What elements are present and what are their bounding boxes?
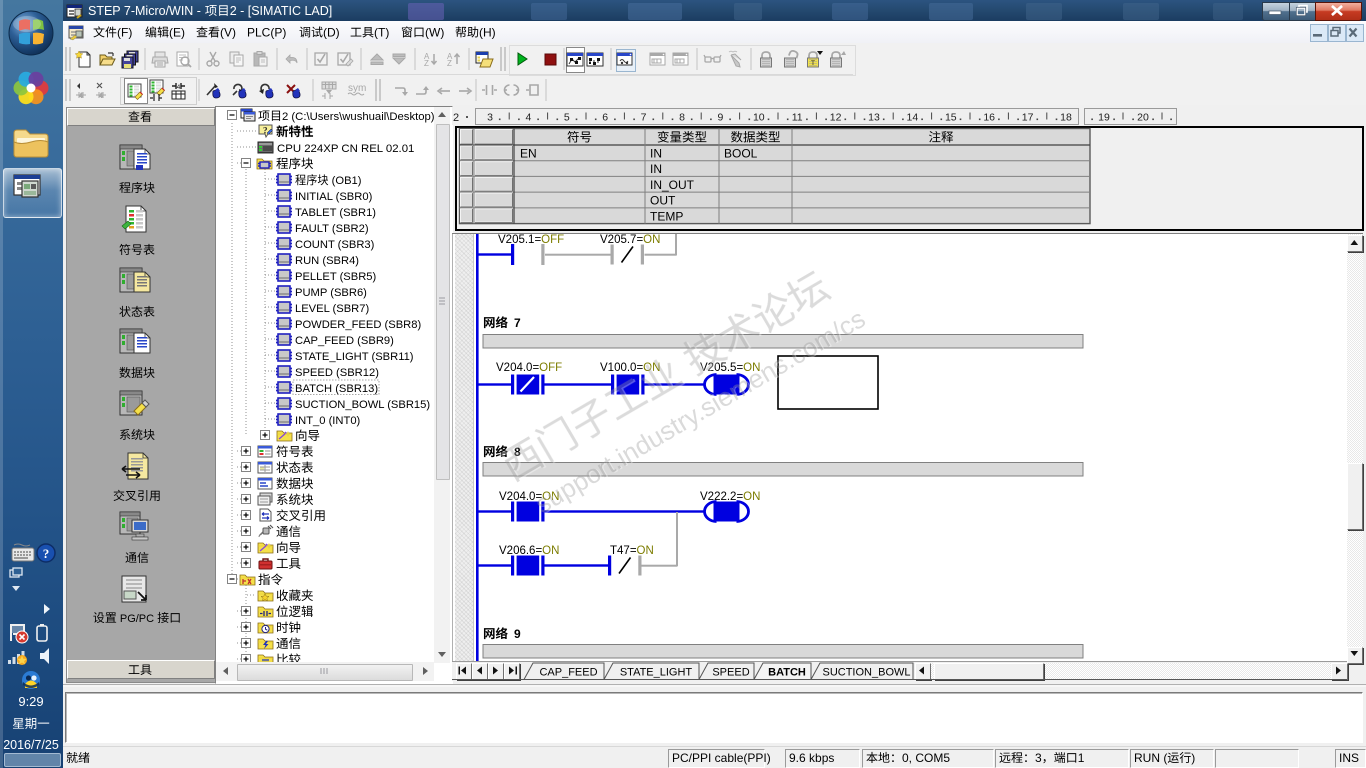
svg-text:LEVEL (SBR7): LEVEL (SBR7): [295, 303, 369, 315]
svg-text:PC/PPI cable(PPI): PC/PPI cable(PPI): [672, 751, 771, 765]
svg-text:CAP_FEED: CAP_FEED: [539, 667, 597, 679]
svg-text:9: 9: [717, 112, 723, 124]
svg-text:EN: EN: [520, 147, 537, 161]
svg-text:3: 3: [487, 112, 493, 124]
svg-text:TEMP: TEMP: [650, 209, 683, 223]
svg-text:4: 4: [525, 112, 531, 124]
svg-text:OFF: OFF: [539, 362, 562, 374]
svg-text:8: 8: [679, 112, 685, 124]
svg-text:9: 9: [514, 627, 521, 641]
svg-text:13: 13: [868, 112, 880, 124]
svg-text:V205.7=: V205.7=: [600, 234, 643, 246]
svg-text:程序块 (OB1): 程序块 (OB1): [295, 173, 362, 187]
svg-text:BATCH: BATCH: [768, 667, 806, 679]
svg-text:(W): (W): [425, 26, 444, 40]
svg-text:(H): (H): [479, 26, 496, 40]
svg-text:STEP 7-Micro/WIN -: STEP 7-Micro/WIN -: [88, 4, 204, 18]
svg-text:): ): [1191, 751, 1195, 765]
svg-text:?: ?: [263, 126, 268, 136]
svg-text:12: 12: [830, 112, 842, 124]
svg-text:PG/PC: PG/PC: [117, 613, 157, 625]
svg-text:INS: INS: [1339, 751, 1359, 765]
svg-text:(D): (D): [323, 26, 340, 40]
svg-text:TABLET (SBR1): TABLET (SBR1): [295, 207, 376, 219]
svg-text:7: 7: [641, 112, 647, 124]
svg-text:CAP_FEED (SBR9): CAP_FEED (SBR9): [295, 335, 394, 347]
svg-text:2 (C:\Users\wushuail\Desktop): 2 (C:\Users\wushuail\Desktop): [282, 111, 435, 123]
svg-text:INITIAL (SBR0): INITIAL (SBR0): [295, 191, 373, 203]
svg-text:SUCTION_BOWL (SBR15): SUCTION_BOWL (SBR15): [295, 399, 430, 411]
svg-text:ON: ON: [743, 491, 760, 503]
svg-text:OUT: OUT: [650, 194, 676, 208]
svg-text:(P): (P): [270, 26, 286, 40]
svg-text:Z: Z: [447, 59, 452, 68]
svg-text:sym: sym: [348, 83, 366, 94]
svg-text:IN_OUT: IN_OUT: [650, 178, 695, 192]
svg-text:16: 16: [983, 112, 995, 124]
svg-text:6: 6: [602, 112, 608, 124]
svg-text:PUMP (SBR6): PUMP (SBR6): [295, 287, 367, 299]
svg-text:9:29: 9:29: [18, 694, 43, 709]
svg-text:2016/7/25: 2016/7/25: [3, 738, 59, 752]
svg-text:IN: IN: [650, 162, 662, 176]
svg-text:18: 18: [1060, 112, 1072, 124]
svg-text:?: ?: [43, 546, 50, 561]
svg-text:19: 19: [1098, 112, 1110, 124]
svg-text:V206.6=: V206.6=: [499, 545, 542, 557]
svg-text:IN: IN: [650, 147, 662, 161]
svg-text:1: 1: [1078, 751, 1085, 765]
svg-text:9.6 kbps: 9.6 kbps: [789, 751, 834, 765]
svg-text:T47=: T47=: [610, 545, 637, 557]
svg-text:20: 20: [1137, 112, 1149, 124]
svg-text:17: 17: [1022, 112, 1034, 124]
svg-text:7: 7: [514, 316, 521, 330]
svg-text:RUN (SBR4): RUN (SBR4): [295, 255, 359, 267]
svg-text:(V): (V): [220, 26, 236, 40]
svg-text:ON: ON: [637, 545, 654, 557]
svg-text:(T): (T): [374, 26, 389, 40]
svg-text:ON: ON: [643, 234, 660, 246]
svg-text:STATE_LIGHT: STATE_LIGHT: [620, 667, 693, 679]
svg-text:POWDER_FEED (SBR8): POWDER_FEED (SBR8): [295, 319, 421, 331]
svg-text:BATCH (SBR13): BATCH (SBR13): [295, 383, 378, 395]
svg-text:V100.0=: V100.0=: [600, 362, 643, 374]
svg-text:Z: Z: [424, 59, 429, 68]
svg-text:2 - [SIMATIC LAD]: 2 - [SIMATIC LAD]: [230, 4, 333, 18]
svg-text:2: 2: [453, 112, 459, 124]
svg-text:PLC: PLC: [247, 26, 271, 40]
svg-text:(F): (F): [117, 26, 132, 40]
svg-text:15: 15: [945, 112, 957, 124]
svg-text:CPU 224XP CN REL 02.01: CPU 224XP CN REL 02.01: [277, 143, 414, 155]
svg-text:4: 4: [177, 84, 181, 91]
svg-text:BOOL: BOOL: [724, 147, 758, 161]
svg-text:RUN (: RUN (: [1134, 751, 1167, 765]
svg-text:ON: ON: [542, 545, 559, 557]
svg-text:SPEED (SBR12): SPEED (SBR12): [295, 367, 379, 379]
svg-text:(E): (E): [169, 26, 185, 40]
svg-text:T: T: [811, 60, 815, 67]
svg-text:5: 5: [564, 112, 570, 124]
svg-text:COUNT (SBR3): COUNT (SBR3): [295, 239, 375, 251]
svg-text:SPEED: SPEED: [712, 667, 749, 679]
svg-text:FAULT (SBR2): FAULT (SBR2): [295, 223, 369, 235]
svg-text:PELLET (SBR5): PELLET (SBR5): [295, 271, 377, 283]
svg-text:V204.0=: V204.0=: [496, 362, 539, 374]
svg-text:STATE_LIGHT (SBR11): STATE_LIGHT (SBR11): [295, 351, 414, 363]
svg-text:11: 11: [792, 112, 803, 124]
svg-text:0, COM5: 0, COM5: [902, 751, 950, 765]
svg-text:SUCTION_BOWL: SUCTION_BOWL: [822, 667, 910, 679]
svg-text:OFF: OFF: [541, 234, 564, 246]
svg-text:INT_0 (INT0): INT_0 (INT0): [295, 415, 361, 427]
svg-text:3: 3: [1035, 751, 1042, 765]
svg-text:10: 10: [753, 112, 765, 124]
svg-text:14: 14: [907, 112, 919, 124]
svg-text:V205.1=: V205.1=: [498, 234, 541, 246]
